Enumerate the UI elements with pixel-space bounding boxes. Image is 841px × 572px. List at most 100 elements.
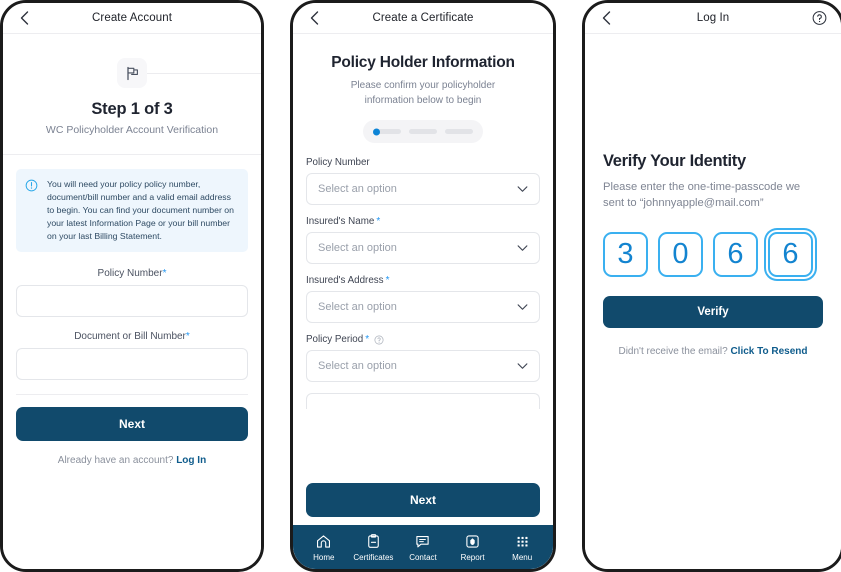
screen2-body: Policy Holder Information Please confirm… bbox=[293, 34, 553, 569]
screen1-form: You will need your policy policy number,… bbox=[3, 155, 261, 466]
page-title: Create a Certificate bbox=[372, 12, 474, 24]
verify-button[interactable]: Verify bbox=[603, 295, 823, 328]
verify-identity-section: Verify Your Identity Please enter the on… bbox=[585, 152, 841, 357]
info-callout: You will need your policy policy number,… bbox=[16, 169, 248, 253]
navbar-log-in: Log In bbox=[585, 3, 841, 34]
required-marker: * bbox=[385, 275, 390, 286]
otp-digit-2[interactable]: 0 bbox=[658, 231, 703, 277]
chevron-left-icon bbox=[310, 11, 318, 25]
login-footnote-text: Already have an account? bbox=[57, 455, 174, 467]
flag-icon bbox=[126, 66, 138, 80]
info-circle-icon bbox=[25, 179, 39, 242]
chevron-down-icon bbox=[517, 185, 528, 192]
home-icon bbox=[317, 534, 331, 548]
step-subtitle: WC Policyholder Account Verification bbox=[45, 124, 219, 136]
chevron-left-icon bbox=[20, 11, 28, 25]
otp-input-row: 3 0 6 6 bbox=[603, 231, 823, 277]
chat-icon bbox=[416, 535, 430, 547]
tab-report[interactable]: Report bbox=[448, 533, 498, 562]
progress-segment-3 bbox=[445, 129, 473, 134]
chevron-down-icon bbox=[517, 362, 528, 369]
phone-create-certificate: Create a Certificate Policy Holder Infor… bbox=[290, 0, 556, 572]
grid-menu-icon bbox=[517, 536, 528, 547]
otp-digit-4[interactable]: 6 bbox=[768, 231, 813, 277]
click-to-resend-link[interactable]: Click To Resend bbox=[730, 346, 807, 357]
required-marker: * bbox=[162, 268, 167, 280]
required-marker: * bbox=[185, 331, 190, 343]
insureds-name-select[interactable]: Select an option bbox=[306, 232, 540, 264]
log-in-link[interactable]: Log In bbox=[176, 455, 206, 466]
section-subtitle-line1: Please enter the one-time-passcode we bbox=[603, 181, 801, 193]
tab-label: Menu bbox=[512, 552, 533, 562]
field-policy-number: Policy Number* bbox=[16, 268, 248, 318]
page-title: Create Account bbox=[91, 12, 173, 24]
info-callout-text: You will need your policy policy number,… bbox=[47, 179, 234, 241]
required-marker: * bbox=[376, 216, 381, 227]
select-value: Select an option bbox=[318, 242, 397, 254]
screen1-body: Step 1 of 3 WC Policyholder Account Veri… bbox=[3, 34, 261, 569]
next-button[interactable]: Next bbox=[16, 407, 248, 442]
tab-label: Report bbox=[460, 552, 485, 562]
tab-label: Contact bbox=[409, 552, 437, 562]
tab-label: Certificates bbox=[353, 552, 394, 562]
tab-home[interactable]: Home bbox=[299, 533, 349, 562]
navbar-create-certificate: Create a Certificate bbox=[293, 3, 553, 34]
progress-indicator bbox=[363, 120, 483, 143]
back-button[interactable] bbox=[307, 11, 321, 25]
screenshot-stage: Create Account Step 1 of 3 WC Policyhold… bbox=[0, 0, 841, 572]
resend-footnote-text: Didn't receive the email? bbox=[618, 345, 728, 357]
help-tooltip-icon[interactable] bbox=[374, 334, 384, 345]
field-policy-period: Policy Period * Select an option bbox=[306, 334, 540, 382]
field-document-or-bill-number: Document or Bill Number* bbox=[16, 331, 248, 381]
select-value: Select an option bbox=[318, 183, 397, 195]
section-subtitle-line2: sent to “johnnyapple@mail.com” bbox=[603, 196, 764, 209]
required-marker: * bbox=[365, 334, 370, 345]
section-title: Policy Holder Information bbox=[331, 54, 515, 71]
select-value: Select an option bbox=[318, 301, 397, 313]
section-title: Verify Your Identity bbox=[603, 152, 746, 170]
step-header: Step 1 of 3 WC Policyholder Account Veri… bbox=[3, 34, 261, 155]
field-label: Insured's Name * bbox=[306, 216, 381, 227]
step-icon-badge bbox=[117, 58, 147, 88]
phone-log-in: Log In Verify Your Identity Please enter… bbox=[582, 0, 841, 572]
section-subtitle-line1: Please confirm your policyholder bbox=[350, 80, 496, 91]
document-bill-number-input[interactable] bbox=[16, 348, 248, 381]
select-value: Select an option bbox=[318, 360, 397, 372]
tab-certificates[interactable]: Certificates bbox=[349, 533, 399, 562]
chevron-left-icon bbox=[602, 11, 610, 25]
clipboard-icon bbox=[368, 533, 379, 548]
otp-digit-1[interactable]: 3 bbox=[603, 231, 648, 277]
next-button[interactable]: Next bbox=[306, 483, 540, 517]
tab-label: Home bbox=[313, 552, 335, 562]
form-divider bbox=[16, 394, 248, 396]
step-icon-row bbox=[21, 56, 261, 90]
progress-segment-1 bbox=[373, 129, 401, 134]
section-subtitle: Please confirm your policyholder informa… bbox=[311, 79, 535, 108]
field-policy-number: Policy Number Select an option bbox=[306, 157, 540, 205]
question-circle-icon bbox=[812, 11, 827, 25]
tab-contact[interactable]: Contact bbox=[398, 533, 448, 562]
resend-footnote: Didn't receive the email? Click To Resen… bbox=[603, 346, 823, 357]
help-button[interactable] bbox=[812, 11, 827, 26]
step-connector-line bbox=[132, 73, 261, 74]
progress-segment-2 bbox=[409, 129, 437, 134]
login-footnote: Already have an account? Log In bbox=[16, 455, 248, 466]
screen2-form: Policy Number Select an option Insured's… bbox=[293, 143, 553, 409]
section-subtitle-line2: information below to begin bbox=[364, 94, 482, 106]
next-field-partial bbox=[306, 393, 540, 409]
section-subtitle: Please enter the one-time-passcode we se… bbox=[603, 180, 823, 212]
policy-number-input[interactable] bbox=[16, 285, 248, 318]
field-label: Policy Period * bbox=[306, 334, 540, 345]
back-button[interactable] bbox=[17, 11, 31, 25]
insureds-address-select[interactable]: Select an option bbox=[306, 291, 540, 323]
shield-report-icon bbox=[466, 534, 479, 548]
field-label: Insured's Address * bbox=[306, 275, 390, 286]
policy-number-select[interactable]: Select an option bbox=[306, 173, 540, 205]
tab-menu[interactable]: Menu bbox=[497, 533, 547, 562]
otp-digit-3[interactable]: 6 bbox=[713, 231, 758, 277]
back-button[interactable] bbox=[599, 11, 613, 25]
screen2-footer: Next bbox=[293, 483, 553, 525]
chevron-down-icon bbox=[517, 244, 528, 251]
bottom-tab-bar: Home Certificates Contact Report Menu bbox=[293, 525, 553, 569]
policy-period-select[interactable]: Select an option bbox=[306, 350, 540, 382]
